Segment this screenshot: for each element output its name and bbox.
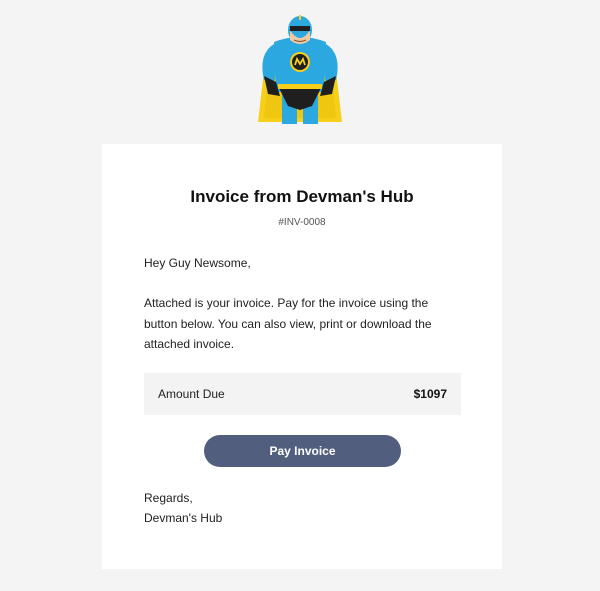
amount-due-label: Amount Due	[158, 387, 225, 401]
amount-due-box: Amount Due $1097	[144, 373, 461, 415]
message-line: Attached is your invoice. Pay for the in…	[144, 296, 429, 310]
message-line: button below. You can also view, print o…	[144, 316, 432, 331]
invoice-card: Invoice from Devman's Hub #INV-0008 Hey …	[102, 144, 502, 569]
invoice-title: Invoice from Devman's Hub	[190, 187, 414, 206]
message-line: attached invoice.	[144, 337, 235, 351]
email-page: Invoice from Devman's Hub #INV-0008 Hey …	[0, 0, 600, 591]
pay-invoice-button[interactable]: Pay Invoice	[204, 435, 401, 467]
greeting-text: Hey Guy Newsome,	[144, 256, 251, 270]
regards-line: Regards,	[144, 491, 193, 505]
regards-signature: Regards, Devman's Hub	[144, 488, 222, 528]
invoice-number: #INV-0008	[278, 217, 326, 228]
superhero-mascot-icon	[258, 15, 342, 124]
amount-due-value: $1097	[413, 387, 447, 401]
sender-name: Devman's Hub	[144, 511, 223, 525]
invoice-message: Attached is your invoice. Pay for the in…	[144, 293, 444, 355]
